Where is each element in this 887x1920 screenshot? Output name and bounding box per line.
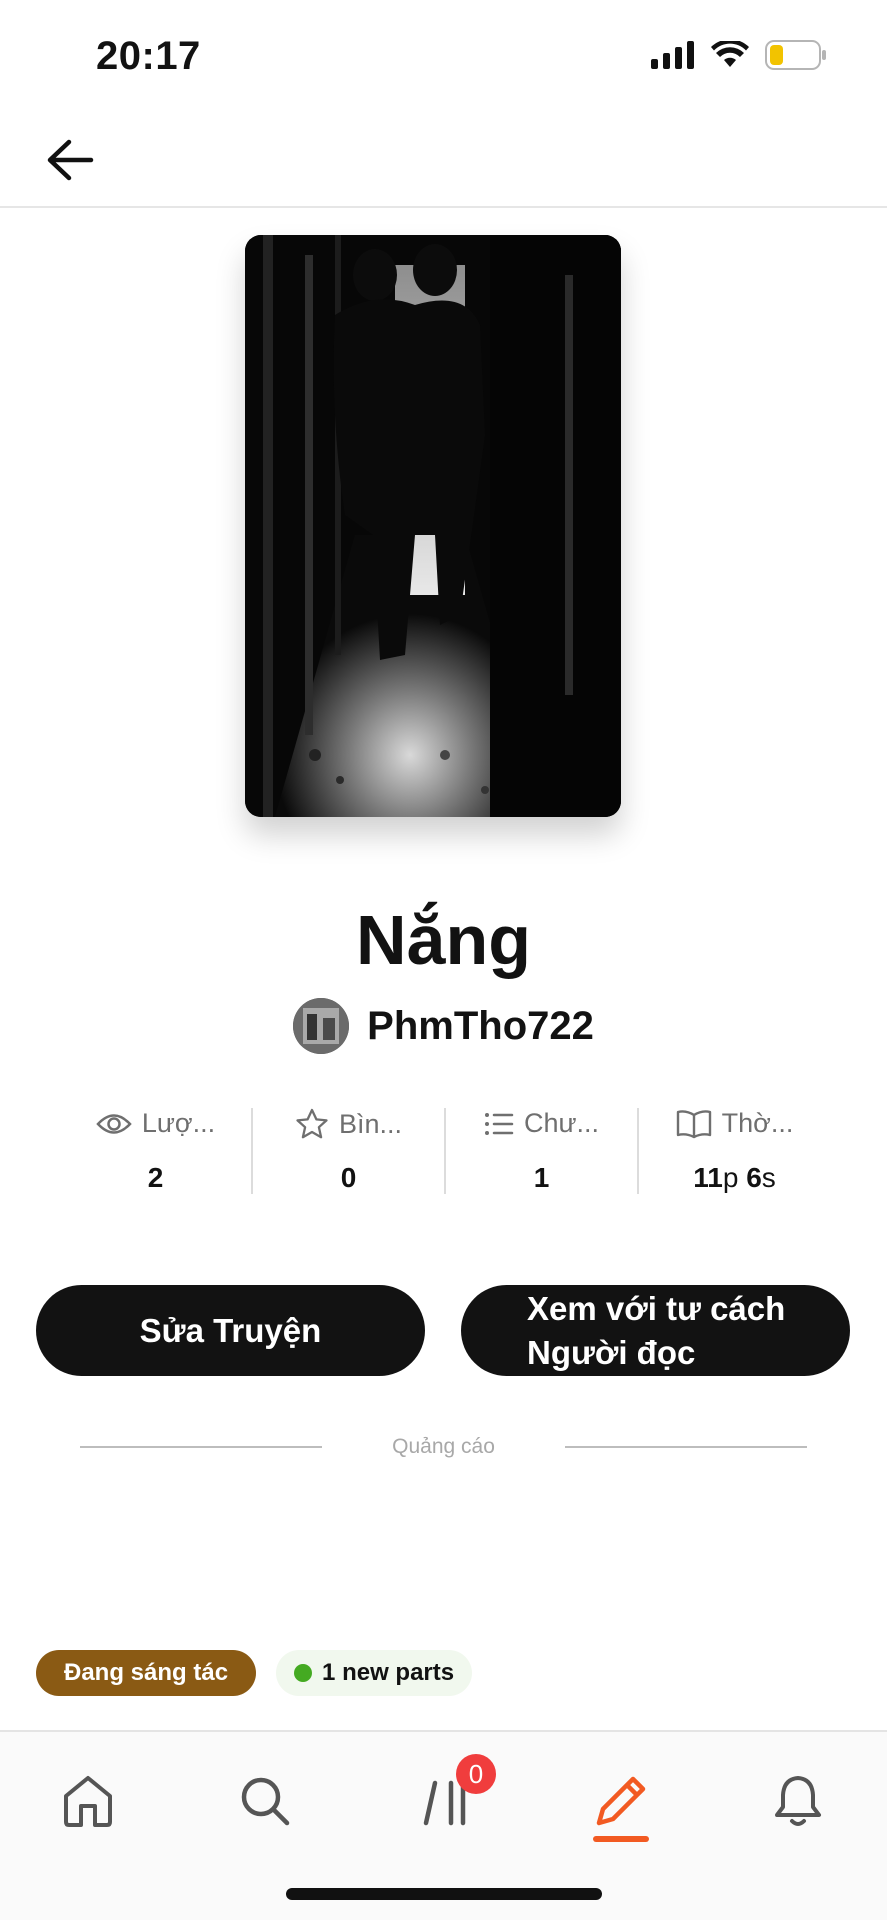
view-as-reader-label: Xem với tư cách Người đọc: [527, 1289, 786, 1371]
story-cover-image[interactable]: [245, 235, 621, 817]
stat-reads: Lượ... 2: [60, 1108, 253, 1194]
stat-value: 0: [340, 1162, 357, 1193]
edit-story-button[interactable]: Sửa Truyện: [36, 1285, 425, 1376]
stat-value: 1: [533, 1162, 550, 1193]
stat-label: Chư...: [523, 1108, 600, 1138]
nav-notifications[interactable]: [753, 1756, 843, 1846]
stat-value: 11p 6s: [693, 1162, 776, 1193]
avatar[interactable]: [293, 998, 350, 1054]
back-button[interactable]: [40, 130, 100, 190]
stat-label: Lượ...: [141, 1108, 216, 1138]
wifi-icon: [711, 41, 749, 67]
story-stats: Lượ... 2 Bìn... 0 Chư... 1 Thờ... 11p 6s: [60, 1108, 830, 1194]
star-icon: [296, 1108, 328, 1139]
bell-icon: [775, 1776, 821, 1826]
status-bar: 20:17: [0, 0, 887, 110]
status-icons: [651, 40, 827, 70]
write-icon: [596, 1776, 646, 1826]
home-icon: [64, 1776, 112, 1827]
cover-photo: [245, 235, 621, 817]
story-tags: Đang sáng tác 1 new parts: [36, 1650, 473, 1696]
library-badge: 0: [456, 1754, 496, 1794]
list-icon: [484, 1112, 514, 1135]
home-indicator[interactable]: [286, 1888, 602, 1900]
green-dot-icon: [294, 1664, 313, 1682]
status-time: 20:17: [96, 34, 201, 78]
author-name[interactable]: PhmTho722: [367, 1004, 594, 1049]
book-icon: [676, 1109, 711, 1138]
stat-label: Bìn...: [338, 1108, 403, 1139]
nav-write[interactable]: [576, 1756, 666, 1846]
stat-value: 2: [147, 1162, 164, 1193]
story-title: Nắng: [356, 901, 531, 979]
arrow-left-icon: [47, 139, 94, 181]
ad-divider: Quảng cáo: [80, 1435, 807, 1459]
view-as-reader-button[interactable]: Xem với tư cách Người đọc: [461, 1285, 850, 1376]
new-parts-label: 1 new parts: [322, 1659, 455, 1686]
stat-votes: Bìn... 0: [253, 1108, 446, 1194]
header: [0, 110, 887, 208]
cellular-signal-icon: [651, 41, 694, 69]
search-icon: [241, 1777, 290, 1826]
new-parts-badge: 1 new parts: [276, 1650, 473, 1696]
battery-icon: [765, 40, 826, 70]
nav-library[interactable]: 0: [400, 1754, 496, 1846]
status-badge: Đang sáng tác: [36, 1650, 257, 1696]
stat-reading-time: Thờ... 11p 6s: [639, 1108, 830, 1194]
eye-icon: [96, 1113, 132, 1134]
nav-home[interactable]: [43, 1756, 133, 1846]
author-row[interactable]: PhmTho722: [0, 998, 887, 1054]
ad-label: Quảng cáo: [392, 1435, 495, 1458]
avatar-image: [293, 998, 350, 1054]
nav-search[interactable]: [220, 1756, 310, 1846]
stat-label: Thờ...: [721, 1108, 794, 1138]
active-tab-indicator: [593, 1836, 649, 1842]
stat-parts: Chư... 1: [446, 1108, 639, 1194]
